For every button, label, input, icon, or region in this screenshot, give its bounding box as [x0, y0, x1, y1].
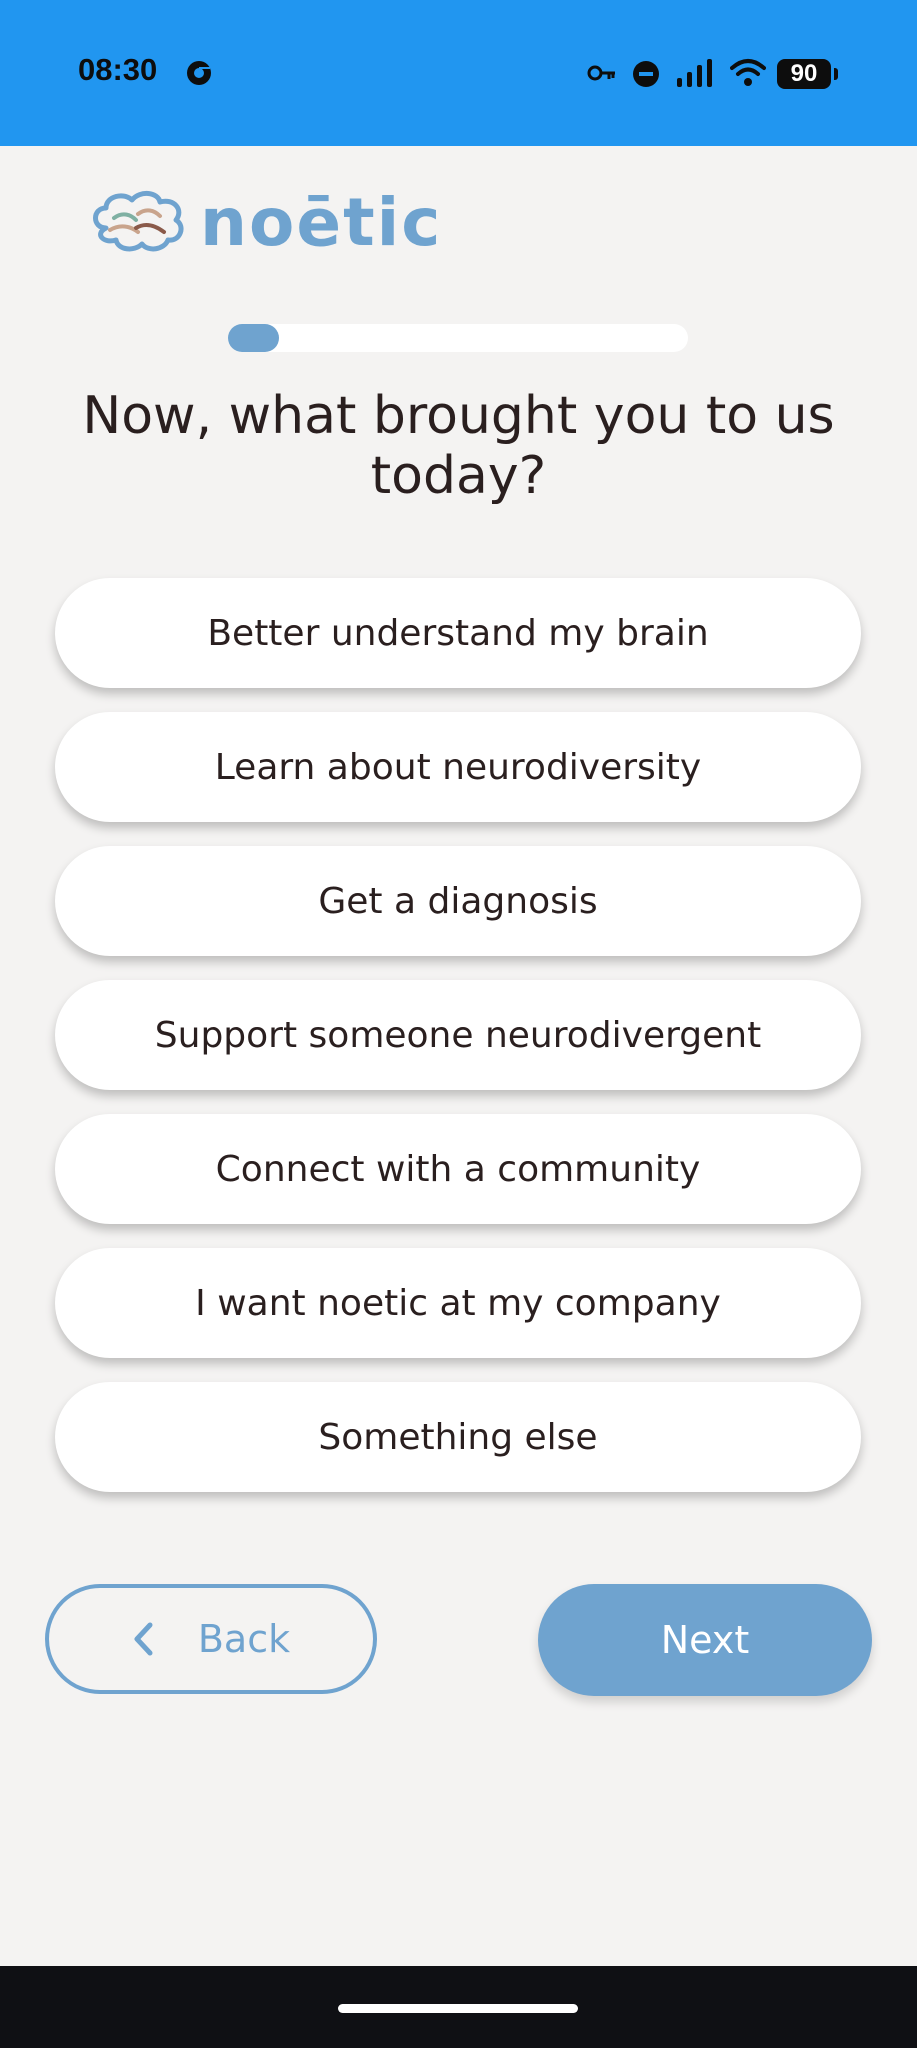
option-something-else[interactable]: Something else: [55, 1382, 861, 1492]
next-button-label: Next: [660, 1618, 750, 1662]
back-button[interactable]: Back: [45, 1584, 377, 1694]
question-title: Now, what brought you to us today?: [82, 386, 835, 506]
do-not-disturb-icon: [633, 61, 659, 87]
status-time: 08:30: [78, 52, 158, 87]
brain-logo-icon: [93, 191, 184, 252]
next-button[interactable]: Next: [538, 1584, 872, 1696]
chrome-icon: [187, 61, 211, 85]
battery-tip: [834, 68, 838, 80]
option-support-someone[interactable]: Support someone neurodivergent: [55, 980, 861, 1090]
progress-fill: [228, 324, 279, 352]
back-button-label: Back: [197, 1617, 291, 1661]
option-get-diagnosis[interactable]: Get a diagnosis: [55, 846, 861, 956]
signal-icon: [677, 59, 712, 87]
option-noetic-at-company[interactable]: I want noetic at my company: [55, 1248, 861, 1358]
option-connect-community[interactable]: Connect with a community: [55, 1114, 861, 1224]
option-learn-neurodiversity[interactable]: Learn about neurodiversity: [55, 712, 861, 822]
battery-icon: 90: [777, 59, 831, 89]
brand-name: noētic: [200, 184, 443, 261]
wifi-icon: [730, 59, 766, 86]
status-bar: 08:30 90: [0, 0, 917, 146]
home-indicator[interactable]: [338, 2004, 578, 2013]
key-icon: [587, 65, 615, 81]
options-list: Better understand my brain Learn about n…: [55, 578, 861, 1516]
option-better-understand-brain[interactable]: Better understand my brain: [55, 578, 861, 688]
chevron-left-icon: [134, 1622, 153, 1656]
progress-bar: [228, 324, 688, 352]
